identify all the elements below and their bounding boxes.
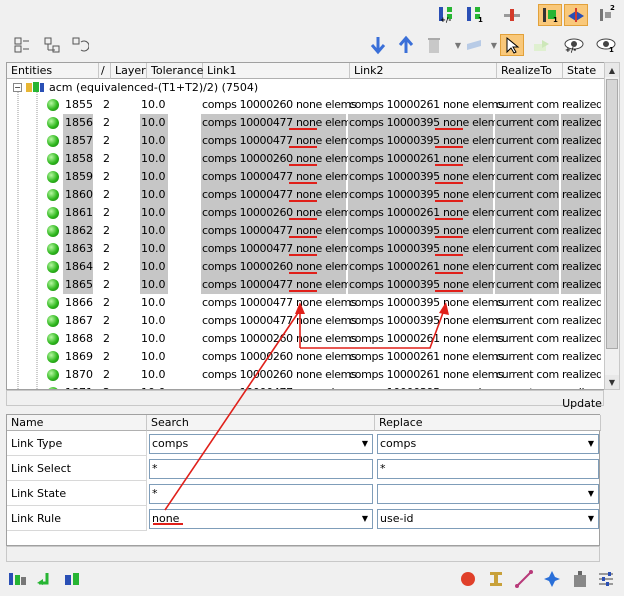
badge: 1 [609,46,614,54]
bolt-icon[interactable] [484,568,508,590]
show-one-eye-icon[interactable]: 1 [594,34,618,56]
link-count-icon[interactable]: 1 [464,4,488,26]
settings-sliders-icon[interactable] [594,568,618,590]
badge: +/- [565,46,577,54]
grid-header-search: Search [147,415,375,431]
replace-field[interactable]: comps ▼ [377,434,599,454]
tree-scrollbar[interactable]: ▲ ▼ [604,62,620,390]
connector-realize-icon[interactable]: 1 [538,4,562,26]
sync-tree-icon[interactable] [68,34,92,56]
tree-horizontal-scrollbar[interactable] [6,390,604,406]
grid-header-name: Name [7,415,147,431]
add-remove-link-icon[interactable]: +/- [436,4,460,26]
dropdown-arrow-icon[interactable]: ▼ [358,510,372,528]
replace-field[interactable]: ▼ [377,484,599,504]
dropdown-arrow-icon[interactable]: ▼ [358,435,372,453]
show-hide-eye-icon[interactable]: +/- [562,34,586,56]
grid-header-replace: Replace [375,415,601,431]
layer-plane-icon[interactable] [564,4,588,26]
search-field[interactable]: none ▼ [149,509,373,529]
realize-parts-icon[interactable] [62,568,86,590]
replace-field[interactable]: use-id ▼ [377,509,599,529]
section-view-icon[interactable] [500,4,524,26]
replace-value: use-id [380,512,414,525]
entity-tree-table[interactable]: Entities / Layer Tolerance Link1 Link2 R… [6,62,606,390]
search-field[interactable]: * [149,484,373,504]
checklist-icon[interactable] [10,34,34,56]
area-connector-icon[interactable] [540,568,564,590]
search-field[interactable]: * [149,459,373,479]
grid-row-name: Link State [7,481,147,506]
search-value: * [152,462,158,475]
dropdown-arrow-icon[interactable]: ▼ [584,485,598,503]
scroll-down-arrow-icon[interactable]: ▼ [605,375,619,389]
grid-row-name: Link Type [7,431,147,456]
tree-connector-lines [17,92,38,389]
annotation-underline [153,523,183,525]
export-icon[interactable] [530,34,554,56]
search-replace-grid: Name Search Replace Link Type comps ▼ co… [6,414,601,546]
badge: 2 [610,4,615,12]
arrow-up-icon[interactable] [394,34,418,56]
multi-layer-icon[interactable]: 2 [594,4,618,26]
badge: +/- [440,16,452,24]
arrow-down-icon[interactable] [366,34,390,56]
search-field[interactable]: comps ▼ [149,434,373,454]
update-button[interactable]: Update [560,396,604,412]
dropdown-arrow-icon[interactable]: ▼ [584,435,598,453]
replace-value: comps [380,437,417,450]
scroll-up-arrow-icon[interactable]: ▲ [605,63,619,77]
delete-bin-icon[interactable] [422,34,446,56]
search-value: comps [152,437,189,450]
mass-weight-icon[interactable] [568,568,592,590]
search-value: * [152,487,158,500]
badge: 1 [553,16,558,24]
spot-weld-icon[interactable] [456,568,480,590]
badge: 1 [478,16,483,24]
expand-tree-icon[interactable] [40,34,64,56]
connectors-browse-icon[interactable] [6,568,30,590]
seam-line-icon[interactable] [512,568,536,590]
scroll-thumb[interactable] [606,79,618,349]
select-cursor-icon[interactable] [500,34,524,56]
grid-row-name: Link Select [7,456,147,481]
replace-field[interactable]: * [377,459,599,479]
grid-horizontal-scrollbar[interactable] [6,546,600,562]
dropdown-arrow-icon[interactable]: ▼ [584,510,598,528]
import-arrow-icon[interactable] [34,568,58,590]
replace-value: * [380,462,386,475]
grid-row-name: Link Rule [7,506,147,531]
